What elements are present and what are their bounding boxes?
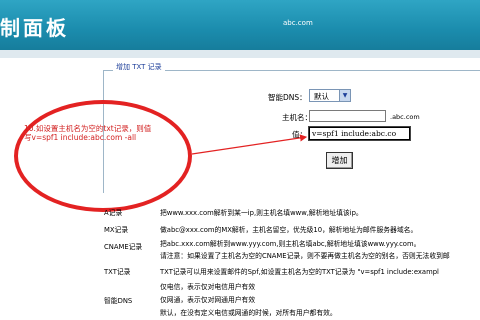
value-input[interactable]: v=spf1 include:abc.co: [308, 126, 411, 141]
help-text-a: 把www.xxx.com解析到某一ip,则主机名填www,解析地址填该ip。: [160, 209, 363, 217]
chevron-down-icon[interactable]: ▼: [339, 90, 350, 101]
host-input[interactable]: [309, 110, 386, 122]
annotation-text: 10.如设置主机名为空的txt记录，则值 写v=spf1 include:abc…: [24, 124, 192, 142]
annotation-line: 写v=spf1 include:abc.com -all: [24, 133, 137, 142]
smart-dns-select[interactable]: 默认 ▼: [309, 89, 351, 102]
help-text-cname-note: 请注意：如果设置了主机名为空的CNAME记录，则不要再做主机名为空的别名，否则无…: [160, 252, 450, 260]
annotation-circle: [14, 100, 192, 212]
help-text-dns-netcom: 仅网通，表示仅对网通用户有效: [160, 296, 256, 304]
header-banner: 制面板 abc.com: [0, 0, 480, 50]
host-suffix: .abc.com: [390, 113, 420, 121]
header-domain: abc.com: [283, 19, 313, 27]
help-key-a: A记录: [104, 209, 123, 217]
add-button[interactable]: 增加: [326, 152, 353, 169]
value-label: 值：: [292, 130, 307, 139]
help-text-txt: TXT记录可以用来设置邮件的Spf,如设置主机名为空的TXT记录为 "v=spf…: [160, 268, 439, 276]
help-key-dns: 智能DNS: [104, 297, 133, 305]
smart-dns-value: 默认: [314, 92, 329, 101]
fieldset-legend: 增加 TXT 记录: [113, 62, 165, 72]
header-divider: [0, 50, 480, 58]
help-key-cname: CNAME记录: [104, 243, 143, 251]
help-key-txt: TXT记录: [104, 268, 131, 276]
host-label: 主机名：: [282, 113, 312, 122]
help-text-dns-default: 默认，在没有定义电信或网通的时候，对所有用户都有效。: [160, 309, 337, 317]
smart-dns-label: 智能DNS：: [268, 93, 307, 102]
page-title: 制面板: [0, 16, 69, 40]
help-key-mx: MX记录: [104, 226, 129, 234]
help-text-cname: 把abc.xxx.com解析到www.yyy.com,则主机名填abc,解析地址…: [160, 240, 421, 248]
help-text-dns-telecom: 仅电信，表示仅对电信用户有效: [160, 283, 256, 291]
help-text-mx: 做abc@xxx.com的MX解析，主机名留空，优先级10，解析地址为邮件服务器…: [160, 226, 418, 234]
annotation-line: 10.如设置主机名为空的txt记录，则值: [24, 124, 152, 133]
